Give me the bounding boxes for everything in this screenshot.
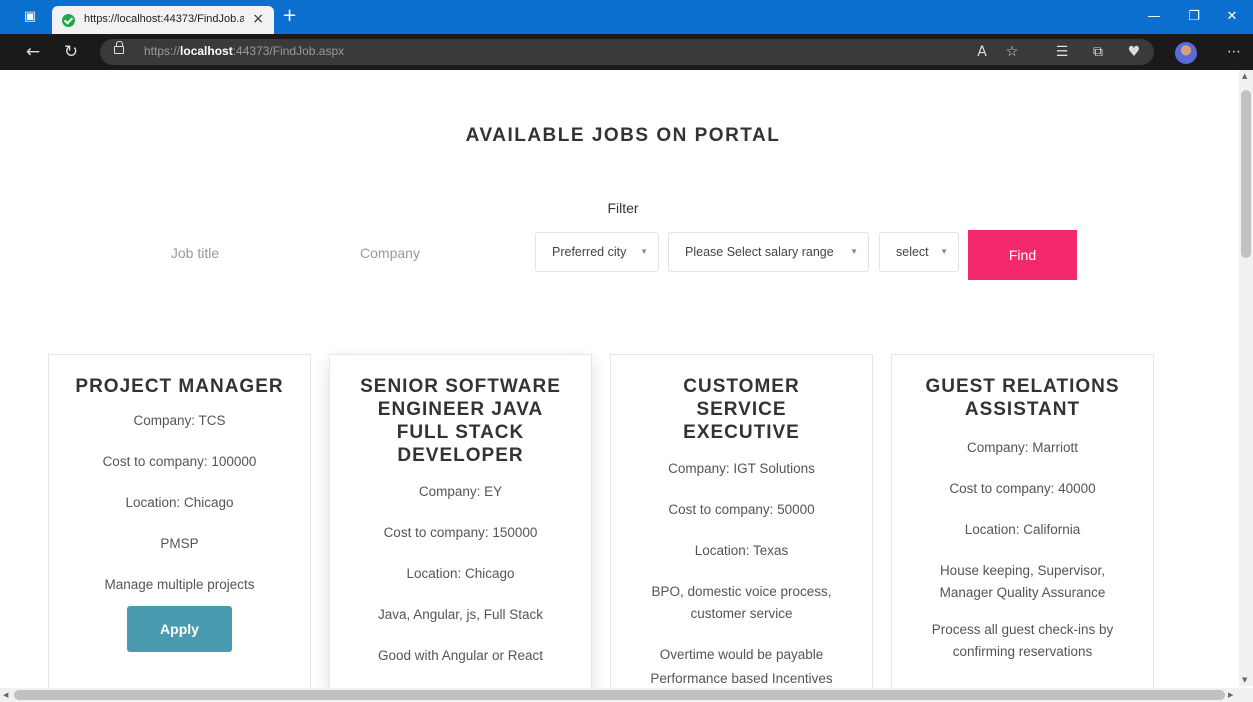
scroll-down-icon[interactable]: ▼	[1242, 676, 1247, 684]
refresh-icon[interactable]: ↻	[60, 42, 82, 62]
restore-button[interactable]: ❐	[1180, 8, 1208, 26]
new-tab-button[interactable]: +	[282, 6, 297, 26]
company-input[interactable]	[305, 232, 475, 274]
url-text[interactable]: https://localhost:44373/FindJob.aspx	[144, 44, 344, 58]
address-bar[interactable]: https://localhost:44373/FindJob.aspx	[100, 39, 1154, 65]
job-company: Company: IGT Solutions	[668, 461, 815, 476]
browser-tab[interactable]: https://localhost:44373/FindJob.aspx ×	[52, 6, 274, 34]
back-arrow-icon[interactable]: ←	[22, 42, 44, 62]
tab-title: https://localhost:44373/FindJob.aspx	[84, 13, 244, 25]
more-menu-icon[interactable]: ⋯	[1222, 42, 1246, 62]
job-skills: PMSP	[160, 536, 199, 551]
preferred-city-value: Preferred city	[552, 245, 627, 259]
address-toolbar: ← ↻ https://localhost:44373/FindJob.aspx…	[0, 34, 1253, 70]
salary-range-select[interactable]: Please Select salary range ▼	[668, 232, 869, 272]
secure-check-icon	[62, 14, 75, 27]
job-skills: Java, Angular, js, Full Stack	[377, 607, 544, 622]
job-title-input[interactable]	[110, 232, 280, 274]
browser-titlebar: ▣ https://localhost:44373/FindJob.aspx ×…	[0, 0, 1253, 34]
profile-avatar[interactable]	[1175, 42, 1197, 64]
window-menu-icon[interactable]: ▣	[16, 8, 44, 26]
vertical-scroll-thumb[interactable]	[1241, 90, 1251, 258]
page-title: AVAILABLE JOBS ON PORTAL	[465, 125, 781, 146]
preferred-city-select[interactable]: Preferred city ▼	[535, 232, 659, 272]
job-description: Manage multiple projects	[104, 577, 255, 592]
scroll-right-icon[interactable]: ▶	[1228, 691, 1233, 699]
job-card: PROJECT MANAGER Company: TCS Cost to com…	[48, 354, 311, 694]
job-location: Location: Chicago	[125, 495, 234, 510]
job-location: Location: Chicago	[406, 566, 515, 581]
job-skills: BPO, domestic voice process, customer se…	[651, 584, 832, 621]
tab-close-button[interactable]: ×	[252, 11, 264, 27]
scroll-corner	[1239, 688, 1253, 702]
collections-icon[interactable]: ⧉	[1086, 42, 1110, 62]
job-company: Company: EY	[418, 484, 503, 499]
scroll-up-icon[interactable]: ▲	[1242, 72, 1247, 80]
favorite-star-icon[interactable]: ☆	[1000, 42, 1024, 62]
job-title: PROJECT MANAGER	[75, 376, 284, 397]
job-card: SENIOR SOFTWARE ENGINEER JAVA FULL STACK…	[329, 354, 592, 694]
job-location: Location: California	[964, 522, 1081, 537]
scroll-left-icon[interactable]: ◀	[3, 691, 8, 699]
job-card: CUSTOMER SERVICE EXECUTIVE Company: IGT …	[610, 354, 873, 694]
job-location: Location: Texas	[694, 543, 789, 558]
job-cost: Cost to company: 50000	[668, 502, 815, 517]
job-company: Company: Marriott	[966, 440, 1079, 455]
apply-button[interactable]: Apply	[127, 606, 232, 652]
horizontal-scroll-thumb[interactable]	[14, 690, 1225, 700]
job-card: GUEST RELATIONS ASSISTANT Company: Marri…	[891, 354, 1154, 694]
job-skills: House keeping, Supervisor, Manager Quali…	[939, 563, 1106, 600]
job-title: GUEST RELATIONS ASSISTANT	[925, 376, 1120, 420]
extra-select-value: select	[896, 245, 929, 259]
job-cost: Cost to company: 100000	[102, 454, 257, 469]
close-window-button[interactable]: ✕	[1218, 8, 1246, 26]
job-company: Company: TCS	[133, 413, 226, 428]
lock-icon	[114, 41, 124, 54]
favorites-list-icon[interactable]: ☰	[1050, 42, 1074, 62]
job-title: CUSTOMER SERVICE EXECUTIVE	[683, 376, 800, 443]
job-description: Overtime would be payable	[659, 647, 824, 662]
chevron-down-icon: ▼	[640, 247, 648, 256]
read-aloud-icon[interactable]: A	[970, 42, 994, 62]
job-description: Process all guest check-ins by confirmin…	[931, 622, 1114, 659]
extra-select[interactable]: select ▼	[879, 232, 959, 272]
job-extra: Performance based Incentives	[650, 671, 833, 686]
job-description: Good with Angular or React	[377, 648, 544, 663]
chevron-down-icon: ▼	[940, 247, 948, 256]
job-cost: Cost to company: 40000	[949, 481, 1096, 496]
minimize-button[interactable]: —	[1140, 8, 1168, 26]
chevron-down-icon: ▼	[850, 247, 858, 256]
health-heart-icon[interactable]: ♥	[1122, 42, 1146, 62]
filter-label: Filter	[607, 200, 639, 216]
salary-range-value: Please Select salary range	[685, 245, 834, 259]
job-title: SENIOR SOFTWARE ENGINEER JAVA FULL STACK…	[360, 376, 561, 466]
find-button[interactable]: Find	[968, 230, 1077, 280]
job-cost: Cost to company: 150000	[383, 525, 538, 540]
